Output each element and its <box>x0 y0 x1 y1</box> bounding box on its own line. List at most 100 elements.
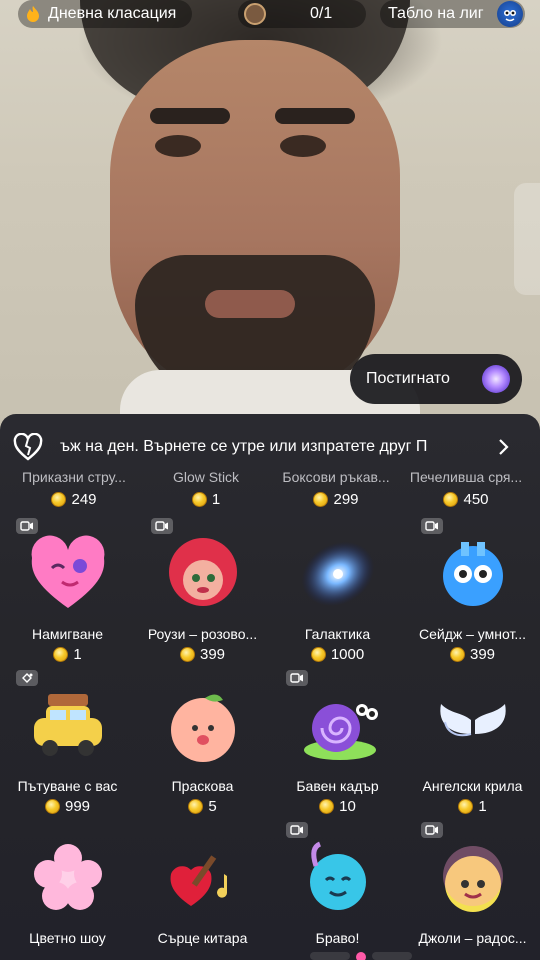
goal-progress[interactable]: 0/1 <box>238 0 366 28</box>
gift-price-value: 399 <box>469 646 496 663</box>
gift-name: Браво! <box>315 930 360 946</box>
gift-price: 299 <box>270 491 402 508</box>
league-board-button[interactable]: Табло на лиг <box>380 0 525 28</box>
snail-icon <box>296 684 380 768</box>
page-dot <box>310 952 350 960</box>
gift-row-previous: Приказни стру... 249 Glow Stick 1 Боксов… <box>0 469 540 512</box>
league-board-label: Табло на лиг <box>388 5 484 22</box>
gift-item[interactable]: Ангелски крила 1 <box>405 670 540 820</box>
gift-price: 10 <box>270 798 405 815</box>
gift-price: 399 <box>135 646 270 663</box>
gift-name: Сърце китара <box>157 930 248 946</box>
coin-icon <box>443 492 459 507</box>
rosie-icon <box>161 532 245 616</box>
page-indicator <box>310 952 412 960</box>
goal-avatar <box>244 3 266 25</box>
jolly-icon <box>431 836 515 920</box>
gift-price-value: 999 <box>64 798 91 815</box>
gift-price: 5 <box>135 798 270 815</box>
gift-name: Пътуване с вас <box>17 778 118 794</box>
gift-item[interactable]: Пътуване с вас 999 <box>0 670 135 820</box>
peach-icon <box>161 684 245 768</box>
gift-item[interactable]: Боксови ръкав... 299 <box>270 469 402 508</box>
coin-icon <box>319 799 335 814</box>
gift-item[interactable]: Сейдж – умнот... 399 <box>405 518 540 668</box>
gift-price: 1000 <box>270 646 405 663</box>
gift-price: 1 <box>140 491 272 508</box>
gift-item[interactable]: Приказни стру... 249 <box>8 469 140 508</box>
league-mascot-icon <box>497 1 523 27</box>
heart-outline-icon <box>12 431 44 463</box>
daily-ranking-label: Дневна класация <box>48 5 177 22</box>
coin-icon <box>458 799 474 814</box>
bravo-icon <box>296 836 380 920</box>
gift-price: 1 <box>0 646 135 663</box>
gift-item[interactable]: Роузи – розово... 399 <box>135 518 270 668</box>
gift-item[interactable]: Glow Stick 1 <box>140 469 272 508</box>
lollipop-icon <box>482 365 510 393</box>
gift-price: 249 <box>8 491 140 508</box>
heart-wink-icon <box>26 532 110 616</box>
gift-name: Галактика <box>304 626 371 642</box>
gift-item[interactable]: Джоли – радос... <box>405 822 540 960</box>
gift-name: Glow Stick <box>172 469 240 485</box>
gift-item[interactable]: Браво! <box>270 822 405 960</box>
coin-icon <box>449 647 465 662</box>
streamer-brow-left <box>150 108 230 124</box>
gift-item[interactable]: Галактика 1000 <box>270 518 405 668</box>
sage-icon <box>431 532 515 616</box>
goal-count: 0/1 <box>310 5 333 22</box>
gift-price-value: 1 <box>211 491 221 508</box>
gift-name: Печелившa сря... <box>409 469 523 485</box>
heart-guitar-icon <box>161 836 245 920</box>
page-dot-active <box>356 952 366 960</box>
streamer-eye-right <box>280 135 326 157</box>
gift-name: Боксови ръкав... <box>282 469 390 485</box>
car-trip-icon <box>26 684 110 768</box>
gift-price: 450 <box>400 491 532 508</box>
coin-icon <box>44 799 60 814</box>
gift-price-value: 10 <box>339 798 356 815</box>
gift-name: Роузи – розово... <box>147 626 258 642</box>
flower-show-icon <box>26 836 110 920</box>
gift-price: 1 <box>405 798 540 815</box>
gift-item[interactable]: Сърце китара <box>135 822 270 960</box>
gift-item[interactable]: Печелившa сря... 450 <box>400 469 532 508</box>
flame-icon <box>24 4 42 24</box>
chevron-right-icon[interactable] <box>494 437 514 457</box>
gift-name: Приказни стру... <box>22 469 126 485</box>
gift-price: 999 <box>0 798 135 815</box>
gift-name: Ангелски крила <box>422 778 523 794</box>
daily-ranking-button[interactable]: Дневна класация <box>18 0 192 28</box>
streamer-mouth <box>205 290 295 318</box>
gift-name: Праскова <box>171 778 234 794</box>
coin-icon <box>313 492 329 507</box>
gift-item[interactable]: Бавен кадър 10 <box>270 670 405 820</box>
gift-price-value: 299 <box>333 491 359 508</box>
gift-name: Сейдж – умнот... <box>418 626 527 642</box>
gift-price-value: 249 <box>71 491 97 508</box>
coin-icon <box>179 647 195 662</box>
gift-price: 399 <box>405 646 540 663</box>
streamer-eye-left <box>155 135 201 157</box>
gift-name: Намигване <box>31 626 104 642</box>
gift-name: Цветно шоу <box>29 930 106 946</box>
streamer-brow-right <box>275 108 355 124</box>
angel-wings-icon <box>431 684 515 768</box>
gift-name: Бавен кадър <box>296 778 379 794</box>
galaxy-icon <box>296 532 380 616</box>
coin-icon <box>53 647 69 662</box>
promo-marquee: ъж на ден. Върнете се утре или изпратете… <box>60 438 428 455</box>
gift-item[interactable]: Намигване 1 <box>0 518 135 668</box>
coin-icon <box>188 799 204 814</box>
gift-name: Джоли – радос... <box>418 930 527 946</box>
achieved-chip[interactable]: Постигнато <box>350 354 522 404</box>
gift-price-value: 1000 <box>330 646 365 663</box>
gift-price-value: 1 <box>73 646 82 663</box>
gift-price-value: 450 <box>463 491 489 508</box>
gift-item[interactable]: Праскова 5 <box>135 670 270 820</box>
gift-item[interactable]: Цветно шоу <box>0 822 135 960</box>
side-preview-thumbnail[interactable] <box>514 183 540 295</box>
coin-icon <box>191 492 207 507</box>
gift-price-value: 399 <box>199 646 226 663</box>
